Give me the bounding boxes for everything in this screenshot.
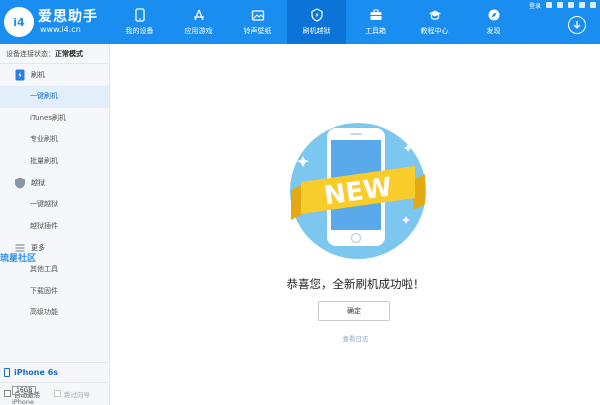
main-nav: 我的设备 应用游戏 铃声壁纸 刷机越狱 工具箱 教程中心 发现 [110,0,523,44]
shield-icon [15,177,25,189]
top-bar: i4 爱思助手 www.i4.cn 我的设备 应用游戏 铃声壁纸 刷机越狱 工具… [0,0,600,44]
tab-apps-games-label: 应用游戏 [184,27,213,35]
tab-tutorial-center-label: 教程中心 [420,27,449,35]
logo-text: i4 [13,15,25,29]
flash-icon [15,69,25,81]
view-log-link[interactable]: 查看日志 [111,333,600,343]
sidebar-group-jailbreak[interactable]: 越狱 [0,172,109,194]
tab-toolbox[interactable]: 工具箱 [346,0,405,44]
device-model: iPhone [12,398,34,405]
watermark-text: 琉星社区 [0,254,37,264]
sidebar: 设备连接状态：正常模式 刷机 一键刷机 iTunes刷机 专业刷机 批量刷机 越… [0,44,110,405]
window-controls: 登录 [529,0,596,10]
sidebar-item-one-click-jailbreak[interactable]: 一键越狱 [0,194,109,216]
tab-ringtone-wallpaper-label: 铃声壁纸 [243,27,272,35]
tab-ringtone-wallpaper[interactable]: 铃声壁纸 [228,0,287,44]
tab-tutorial-center[interactable]: 教程中心 [405,0,464,44]
app-brand-name: 爱思助手 [38,9,98,25]
status-value: 正常模式 [55,50,83,58]
device-info[interactable]: iPhone 6s 16GB iPhone [0,362,110,405]
device-status: 设备连接状态：正常模式 [0,44,109,64]
success-illustration: NEW [290,123,426,259]
tab-apps-games[interactable]: 应用游戏 [169,0,228,44]
apple-icon [134,8,145,22]
toolbox-icon [370,9,381,20]
app-store-icon [193,9,204,21]
sidebar-item-itunes-flash[interactable]: iTunes刷机 [0,108,109,130]
tab-flash-jailbreak[interactable]: 刷机越狱 [287,0,346,44]
app-url: www.i4.cn [40,25,81,34]
sidebar-item-jailbreak-plugins[interactable]: 越狱插件 [0,216,109,238]
graduation-cap-icon [428,10,441,20]
maximize-button[interactable] [579,2,585,8]
sidebar-group-flash-label: 刷机 [31,71,45,79]
ringtone-wallpaper-icon [251,10,264,21]
login-link[interactable]: 登录 [529,1,541,10]
sidebar-group-flash[interactable]: 刷机 [0,64,109,86]
tab-discover[interactable]: 发现 [464,0,523,44]
phone-icon [4,368,10,377]
tab-my-device[interactable]: 我的设备 [110,0,169,44]
confirm-button[interactable]: 确定 [318,301,390,321]
sidebar-group-jailbreak-label: 越狱 [31,179,45,187]
skin-button[interactable] [546,2,552,8]
close-button[interactable] [590,2,596,8]
sidebar-item-advanced[interactable]: 高级功能 [0,302,109,324]
flash-jailbreak-icon [310,8,323,22]
sidebar-item-batch-flash[interactable]: 批量刷机 [0,151,109,173]
tab-toolbox-label: 工具箱 [365,27,386,35]
app-logo: i4 [4,7,34,37]
menu-button[interactable] [557,2,563,8]
device-name: iPhone 6s [14,368,59,377]
success-message: 恭喜您，全新刷机成功啦！ [286,277,425,291]
device-capacity: 16GB [12,386,37,395]
tab-flash-jailbreak-label: 刷机越狱 [302,27,331,35]
download-button[interactable] [568,16,586,34]
tab-my-device-label: 我的设备 [125,27,154,35]
sidebar-item-one-click-flash[interactable]: 一键刷机 [0,86,109,108]
sidebar-item-pro-flash[interactable]: 专业刷机 [0,129,109,151]
download-arrow-icon [573,21,581,29]
minimize-button[interactable] [568,2,574,8]
compass-icon [488,9,499,21]
sidebar-item-download-firmware[interactable]: 下载固件 [0,281,109,303]
tab-discover-label: 发现 [486,27,501,35]
status-label: 设备连接状态： [6,50,55,58]
main-content: NEW 恭喜您，全新刷机成功啦！ 确定 查看日志 [111,44,600,405]
